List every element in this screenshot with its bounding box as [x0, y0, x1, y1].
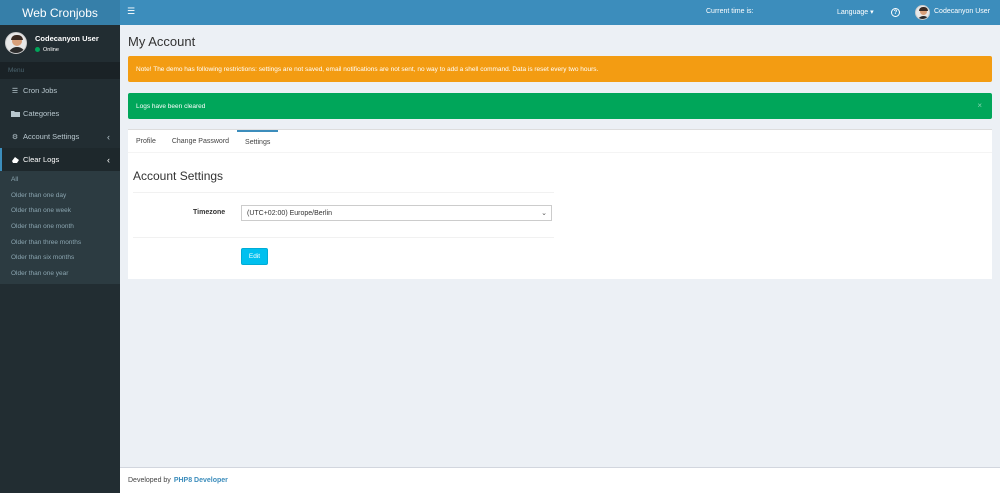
main-content: My Account Note! The demo has following … — [120, 25, 1000, 467]
clear-logs-submenu: All Older than one day Older than one we… — [0, 171, 120, 285]
submenu-item[interactable]: All — [0, 172, 120, 188]
user-status: Online — [35, 47, 99, 53]
submenu-item[interactable]: Older than one year — [0, 266, 120, 282]
divider — [133, 237, 554, 238]
submenu-item[interactable]: Older than one day — [0, 188, 120, 204]
user-panel: Codecanyon User Online — [0, 25, 120, 61]
section-title: Account Settings — [133, 169, 224, 183]
help-icon[interactable]: ? — [891, 8, 900, 17]
list-icon: ☰ — [11, 87, 19, 95]
page-title: My Account — [128, 34, 196, 49]
app-logo[interactable]: Web Cronjobs — [0, 0, 120, 25]
language-dropdown[interactable]: Language ▾ — [837, 8, 874, 16]
user-name: Codecanyon User — [35, 33, 99, 43]
sidebar-item-cron-jobs[interactable]: ☰ Cron Jobs — [0, 79, 120, 102]
timezone-select[interactable]: (UTC+02:00) Europe/Berlin ⌄ — [241, 205, 552, 221]
sidebar-toggle-icon[interactable]: ☰ — [127, 6, 135, 17]
sidebar-item-account-settings[interactable]: ⚙ Account Settings ‹ — [0, 125, 120, 148]
submenu-item[interactable]: Older than one month — [0, 219, 120, 235]
divider — [133, 192, 554, 193]
footer: Developed by PHP8 Developer — [120, 467, 1000, 493]
account-tabs: Profile Change Password Settings Account… — [128, 129, 992, 279]
sidebar-item-categories[interactable]: Categories — [0, 102, 120, 125]
top-navbar: ☰ Current time is: Language ▾ ? Codecany… — [120, 0, 1000, 25]
folder-icon — [10, 110, 20, 117]
logs-cleared-alert: Logs have been cleared × — [128, 93, 992, 119]
demo-warning-alert: Note! The demo has following restriction… — [128, 56, 992, 82]
submenu-item[interactable]: Older than one week — [0, 203, 120, 219]
user-avatar — [5, 32, 27, 54]
edit-button[interactable]: Edit — [241, 248, 268, 265]
tab-profile[interactable]: Profile — [128, 130, 164, 153]
menu-header: Menu — [0, 62, 120, 79]
close-icon[interactable]: × — [977, 101, 982, 110]
sidebar: Web Cronjobs Codecanyon User Online Menu… — [0, 0, 120, 493]
tab-settings[interactable]: Settings — [237, 130, 279, 153]
top-user-avatar[interactable] — [915, 5, 930, 20]
top-user-name[interactable]: Codecanyon User — [934, 8, 990, 15]
chevron-left-icon: ‹ — [107, 154, 110, 165]
timezone-label: Timezone — [193, 209, 226, 216]
tab-change-password[interactable]: Change Password — [164, 130, 237, 153]
online-dot-icon — [35, 47, 40, 52]
current-time-label: Current time is: — [706, 8, 754, 15]
eraser-icon — [10, 156, 20, 163]
caret-down-icon: ▾ — [870, 9, 874, 16]
sidebar-item-clear-logs[interactable]: Clear Logs ‹ — [0, 148, 120, 171]
tab-bar: Profile Change Password Settings — [128, 130, 992, 153]
submenu-item[interactable]: Older than three months — [0, 234, 120, 250]
chevron-left-icon: ‹ — [107, 131, 110, 142]
submenu-item[interactable]: Older than six months — [0, 250, 120, 266]
developer-link[interactable]: PHP8 Developer — [174, 477, 228, 484]
chevron-down-icon: ⌄ — [541, 210, 547, 217]
gears-icon: ⚙ — [11, 133, 19, 141]
